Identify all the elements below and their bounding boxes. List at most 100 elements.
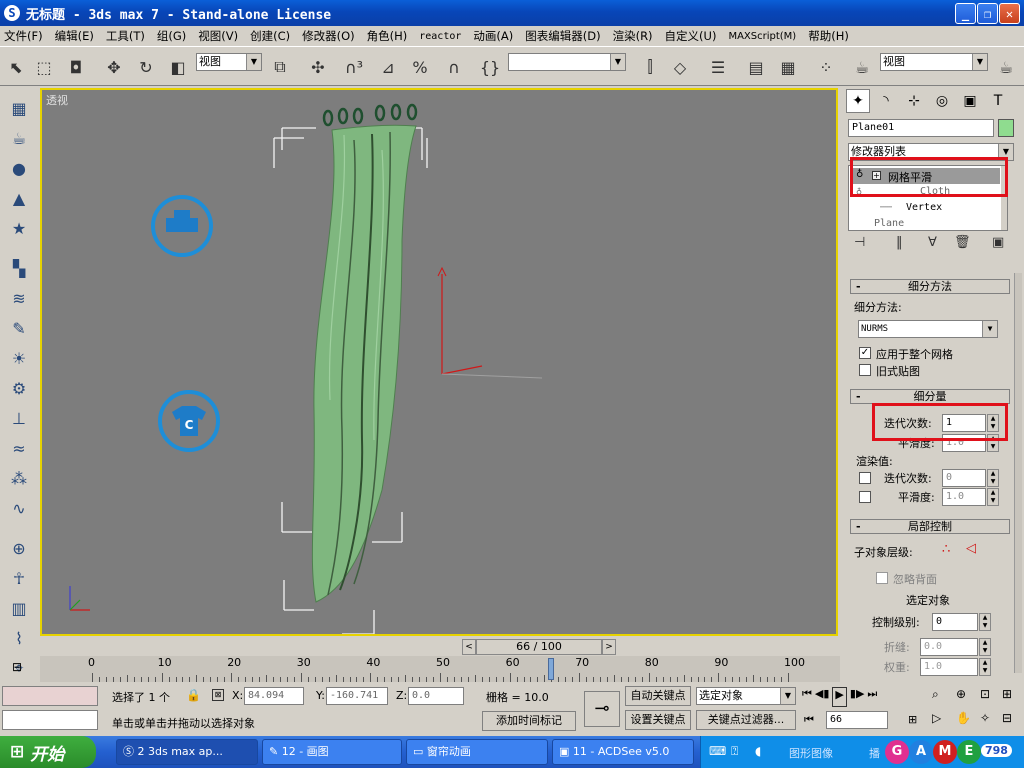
minimize-button[interactable]: _	[955, 3, 976, 24]
rollout-local-control[interactable]: - 局部控制	[850, 519, 1010, 534]
transform-gizmo[interactable]	[437, 266, 543, 379]
time-config-icon[interactable]: ⊞	[908, 713, 917, 726]
field-of-view-icon[interactable]: ▷	[932, 711, 941, 725]
select-manipulate-icon[interactable]: ✣	[306, 55, 330, 79]
control-level-spinner[interactable]: ▲ ▼	[979, 613, 991, 631]
key-selection-dropdown[interactable]: 选定对象 ▼	[696, 687, 796, 705]
set-key-icon[interactable]: ⊸	[584, 691, 620, 727]
key-filters-button[interactable]: 关键点过滤器...	[696, 710, 796, 730]
rollout-subdiv-amount[interactable]: - 细分量	[850, 389, 1010, 404]
set-key-button[interactable]: 设置关键点	[625, 710, 691, 730]
key-mode-icon[interactable]: ⏮	[804, 713, 814, 727]
named-selection-set-dropdown[interactable]: ▼	[508, 53, 626, 71]
task-acdsee[interactable]: ▣ 11 - ACDSee v5.0	[552, 739, 694, 765]
wave-icon[interactable]: ∿	[6, 495, 32, 521]
rollout-subdiv-method[interactable]: - 细分方法	[850, 279, 1010, 294]
menu-help[interactable]: 帮助(H)	[808, 28, 849, 44]
add-time-tag-button[interactable]: 添加时间标记	[482, 711, 576, 731]
checker-icon[interactable]: ▚	[6, 255, 32, 281]
snap-3-icon[interactable]: ∩³	[342, 55, 366, 79]
menu-modifiers[interactable]: 修改器(O)	[302, 28, 355, 44]
curtain-mesh[interactable]	[311, 124, 417, 603]
space-warp-icon[interactable]: ≈	[6, 435, 32, 461]
rope-icon[interactable]: ⌇	[6, 625, 32, 651]
light-icon[interactable]: ☀	[6, 345, 32, 371]
y-coordinate-field[interactable]: -160.741	[326, 687, 388, 705]
render-iterations-field[interactable]: 0	[942, 469, 986, 487]
percent-snap-icon[interactable]: %	[408, 55, 432, 79]
go-start-icon[interactable]: ⏮	[802, 687, 812, 707]
go-end-icon[interactable]: ⏭	[867, 687, 877, 707]
configure-sets-icon[interactable]: ▣	[992, 235, 1004, 250]
zoom-icon[interactable]: ⌕	[932, 687, 939, 702]
render-smoothness-spinner[interactable]: ▲ ▼	[987, 488, 999, 506]
volume-icon[interactable]: ◖	[755, 744, 761, 758]
prev-frame-icon[interactable]: <	[462, 639, 476, 655]
apply-whole-mesh-checkbox[interactable]: ✓	[859, 347, 871, 359]
maximize-viewport-icon[interactable]: ⊟	[1002, 711, 1012, 725]
menu-group[interactable]: 组(G)	[157, 28, 186, 44]
layer-manager-icon[interactable]: ☰	[706, 55, 730, 79]
reactor-icon[interactable]: ⊕	[6, 535, 32, 561]
scale-icon[interactable]: ◧	[166, 55, 190, 79]
modify-tab-icon[interactable]: ◝	[874, 89, 898, 113]
menu-maxscript[interactable]: MAXScript(M)	[728, 31, 796, 42]
menu-views[interactable]: 视图(V)	[198, 28, 238, 44]
mini-curve-editor-icon[interactable]: ⊟	[12, 660, 32, 678]
angle-snap-icon[interactable]: ⊿	[376, 55, 400, 79]
mirror-icon[interactable]: ⫿	[638, 55, 662, 79]
rotate-icon[interactable]: ↻	[134, 55, 158, 79]
stack-item-vertex[interactable]: ⋯⋯ Vertex	[850, 202, 1000, 216]
crease-spinner[interactable]: ▲ ▼	[979, 638, 991, 656]
help-icon[interactable]: ⍰	[731, 744, 738, 759]
next-key-icon[interactable]: ▮▶	[850, 687, 865, 707]
helper-icon[interactable]: ⊥	[6, 405, 32, 431]
maxscript-listener-white[interactable]	[2, 710, 98, 730]
render-smoothness-field[interactable]: 1.0	[942, 488, 986, 506]
stack-item-plane[interactable]: Plane	[850, 218, 1000, 230]
coil-icon[interactable]: ≋	[6, 285, 32, 311]
sphere-icon[interactable]: ●	[6, 155, 32, 181]
hierarchy-tab-icon[interactable]: ⊹	[902, 89, 926, 113]
star-icon[interactable]: ★	[6, 215, 32, 241]
arc-rotate-icon[interactable]: ✧	[980, 711, 990, 725]
crease-field[interactable]: 0.0	[920, 638, 978, 656]
material-editor-icon[interactable]: ⁘	[814, 55, 838, 79]
weight-field[interactable]: 1.0	[920, 658, 978, 676]
menu-character[interactable]: 角色(H)	[367, 28, 408, 44]
menu-tools[interactable]: 工具(T)	[106, 28, 145, 44]
perspective-viewport[interactable]: 透视 C	[40, 88, 838, 636]
display-tab-icon[interactable]: ▣	[958, 89, 982, 113]
old-mapping-checkbox[interactable]	[859, 364, 871, 376]
x-coordinate-field[interactable]: 84.094	[244, 687, 304, 705]
schematic-view-icon[interactable]: ▦	[776, 55, 800, 79]
select-region-icon[interactable]: ⬚	[32, 55, 56, 79]
menu-file[interactable]: 文件(F)	[4, 28, 43, 44]
auto-key-button[interactable]: 自动关键点	[625, 686, 691, 706]
absolute-mode-icon[interactable]: ⊠	[212, 689, 224, 701]
character-icon[interactable]: ☥	[6, 565, 32, 591]
utilities-tab-icon[interactable]: T	[986, 89, 1010, 113]
edge-sublevel-icon[interactable]: ◁	[966, 541, 976, 556]
control-level-field[interactable]: 0	[932, 613, 978, 631]
prev-key-icon[interactable]: ◀▮	[815, 687, 830, 707]
ref-coord-dropdown[interactable]: 视图 ▼	[196, 53, 262, 71]
curve-editor-icon[interactable]: ▤	[744, 55, 768, 79]
render-scene-icon[interactable]: ☕	[850, 55, 874, 79]
menu-customize[interactable]: 自定义(U)	[665, 28, 717, 44]
3ds-max-icon[interactable]: S	[4, 5, 20, 21]
task-folder[interactable]: ▭ 窗帘动画	[406, 739, 548, 765]
render-view-dropdown[interactable]: 视图 ▼	[880, 53, 988, 71]
restore-button[interactable]: ❐	[977, 3, 998, 24]
pan-icon[interactable]: ✋	[956, 711, 971, 725]
create-tab-icon[interactable]: ✦	[846, 89, 870, 113]
create-box-icon[interactable]: ▦	[6, 95, 32, 121]
lock-icon[interactable]: 🔒	[186, 688, 201, 702]
gear-icon[interactable]: ⚙	[6, 375, 32, 401]
menu-reactor[interactable]: reactor	[419, 31, 461, 42]
render-smoothness-checkbox[interactable]	[859, 491, 871, 503]
panel-scrollbar[interactable]	[1014, 273, 1022, 673]
select-link-icon[interactable]: ⬉	[4, 55, 28, 79]
cloth-collection-helper-icon[interactable]	[151, 195, 213, 257]
current-frame-field[interactable]: 66	[826, 711, 888, 729]
